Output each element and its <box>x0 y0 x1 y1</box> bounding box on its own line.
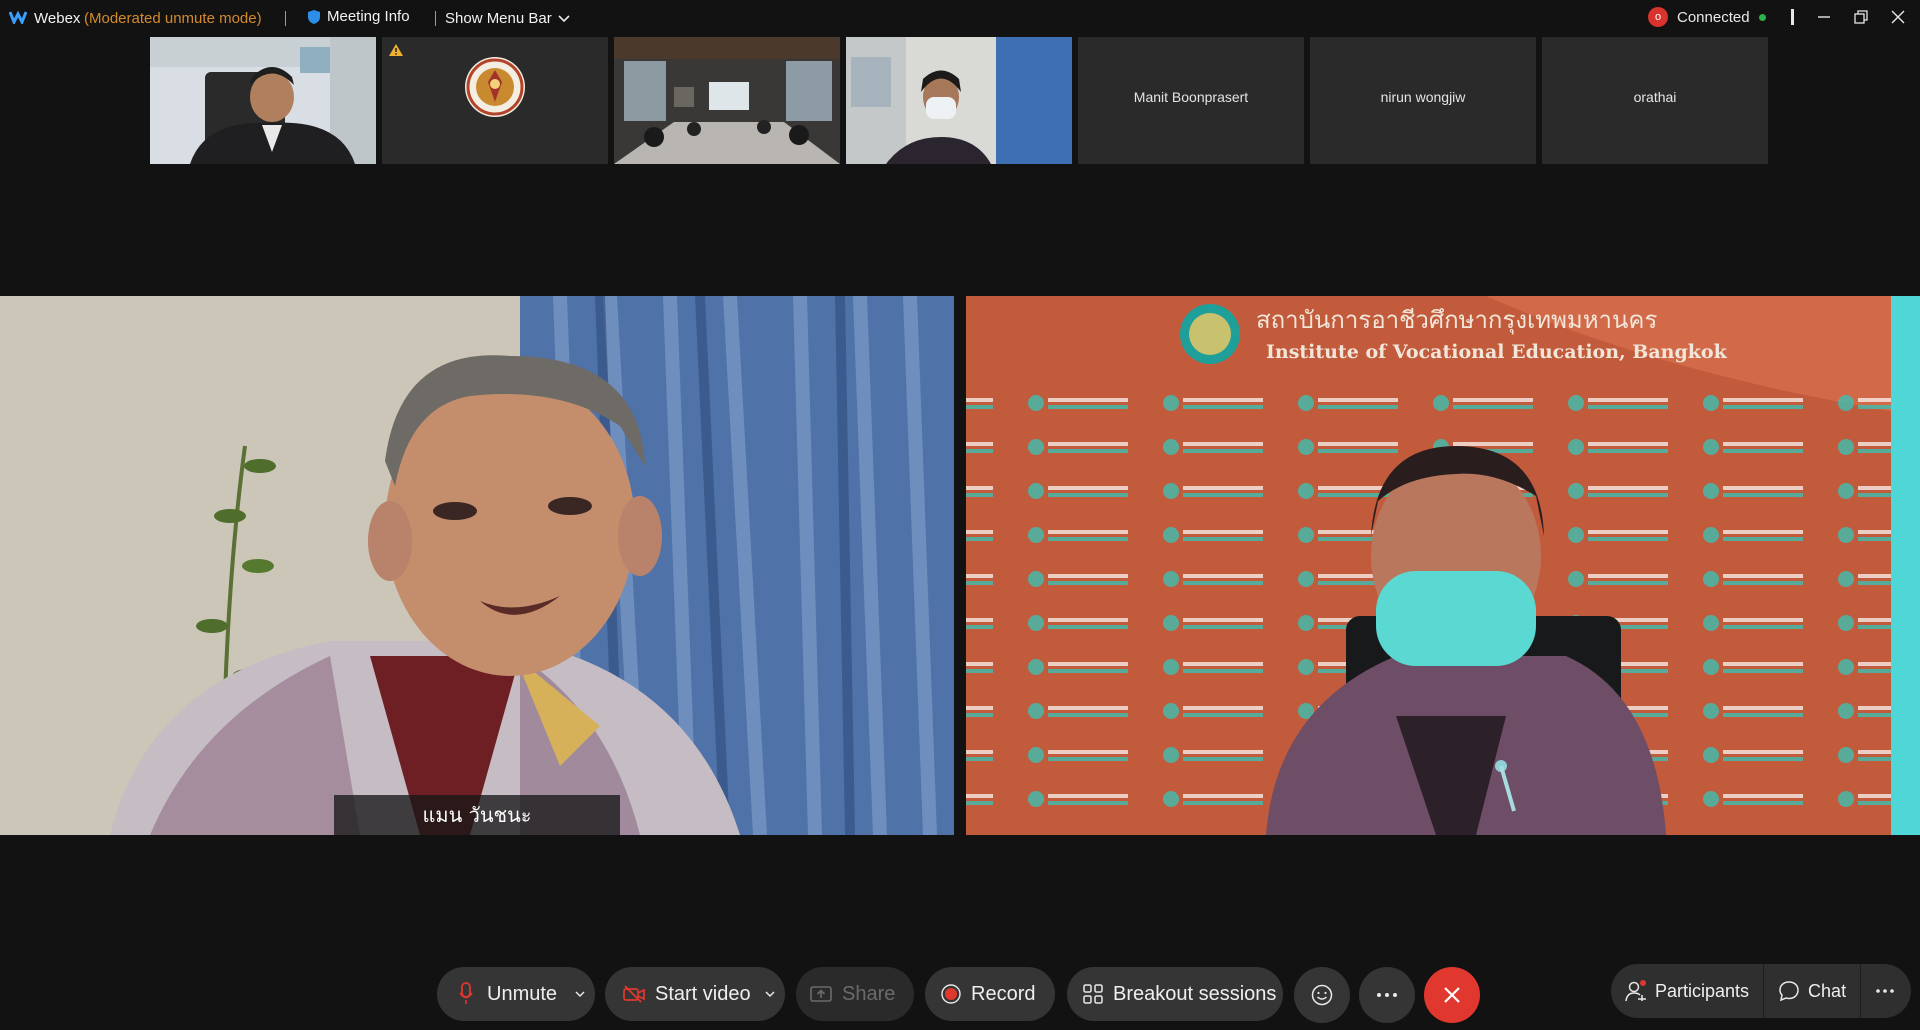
start-video-button[interactable]: Start video <box>605 967 785 1021</box>
connection-status[interactable]: o Connected <box>1648 7 1766 27</box>
close-icon <box>1444 987 1460 1003</box>
share-label: Share <box>842 982 896 1005</box>
chat-label: Chat <box>1808 980 1847 1001</box>
connection-badge: o <box>1648 7 1668 27</box>
app-name: Webex <box>34 10 81 27</box>
connection-status-label: Connected <box>1677 8 1750 26</box>
main-video-right[interactable]: สถาบันการอาชีวศึกษากรุงเทพมหานคร Institu… <box>966 296 1920 835</box>
microphone-muted-icon <box>459 982 473 1004</box>
more-dots-icon <box>1876 989 1894 993</box>
close-window-button[interactable] <box>1883 4 1913 30</box>
breakout-sessions-label: Breakout sessions <box>1113 982 1277 1005</box>
share-icon <box>810 986 832 1002</box>
speaker-name-tag: แมน วันชนะ <box>334 795 620 835</box>
chevron-down-icon <box>558 14 570 22</box>
more-dots-icon <box>1377 993 1397 997</box>
participant-video <box>614 37 840 164</box>
participant-thumbnail[interactable]: orathai <box>1542 37 1768 164</box>
restore-button[interactable] <box>1846 4 1876 30</box>
webex-logo-icon <box>9 10 27 24</box>
divider <box>285 11 286 26</box>
moderated-mode-label: (Moderated unmute mode) <box>84 10 262 27</box>
breakout-grid-icon <box>1083 984 1103 1004</box>
record-button[interactable]: Record <box>925 967 1055 1021</box>
participant-thumbnail[interactable] <box>150 37 376 164</box>
participant-video <box>846 37 1072 164</box>
chat-icon <box>1779 981 1799 1002</box>
participants-button[interactable]: Participants <box>1611 964 1763 1018</box>
institute-emblem-avatar <box>465 57 525 117</box>
participants-icon <box>1625 980 1646 1002</box>
minimize-icon <box>1818 16 1830 18</box>
participant-thumbnail[interactable] <box>382 37 608 164</box>
show-menu-bar-button[interactable]: Show Menu Bar <box>445 10 570 27</box>
record-label: Record <box>971 982 1036 1005</box>
connected-dot-icon <box>1758 13 1766 21</box>
meeting-info-button[interactable]: Meeting Info <box>307 8 410 25</box>
banner-thai-text: สถาบันการอาชีวศึกษากรุงเทพมหานคร <box>1256 306 1657 335</box>
chevron-down-icon[interactable] <box>575 990 585 998</box>
divider <box>435 11 436 26</box>
breakout-sessions-button[interactable]: Breakout sessions <box>1067 967 1283 1021</box>
record-icon <box>941 984 961 1004</box>
panel-controls: Participants Chat <box>1611 964 1911 1018</box>
unmute-button[interactable]: Unmute <box>437 967 595 1021</box>
participant-thumbnail[interactable] <box>614 37 840 164</box>
warning-icon <box>389 44 403 56</box>
panel-more-button[interactable] <box>1861 964 1909 1018</box>
share-button[interactable]: Share <box>796 967 914 1021</box>
participant-thumbnail[interactable] <box>846 37 1072 164</box>
participants-label: Participants <box>1655 980 1750 1001</box>
restore-icon <box>1854 10 1868 24</box>
show-menu-bar-label: Show Menu Bar <box>445 10 552 27</box>
title-bar: Webex (Moderated unmute mode) Meeting In… <box>0 0 1920 37</box>
more-options-button[interactable] <box>1359 967 1415 1023</box>
chat-button[interactable]: Chat <box>1764 964 1860 1018</box>
participant-name: orathai <box>1633 89 1677 105</box>
start-video-label: Start video <box>655 982 751 1005</box>
participant-name: Manit Boonprasert <box>1133 89 1249 105</box>
participant-video <box>150 37 376 164</box>
shield-icon <box>308 9 320 24</box>
smiley-icon <box>1311 984 1333 1006</box>
participant-name: nirun wongjiw <box>1380 89 1466 105</box>
close-icon <box>1891 10 1905 24</box>
speaker-video <box>0 296 954 835</box>
minimize-button[interactable] <box>1809 4 1839 30</box>
camera-off-icon <box>623 985 645 1003</box>
status-bar-indicator <box>1791 9 1794 25</box>
main-video-left[interactable]: แมน วันชนะ <box>0 296 954 835</box>
banner-english-text: Institute of Vocational Education, Bangk… <box>1266 341 1728 363</box>
participant-video: สถาบันการอาชีวศึกษากรุงเทพมหานคร Institu… <box>966 296 1920 835</box>
participant-thumbnail[interactable]: nirun wongjiw <box>1310 37 1536 164</box>
unmute-label: Unmute <box>487 982 558 1005</box>
meeting-info-label: Meeting Info <box>327 8 410 25</box>
chevron-down-icon[interactable] <box>765 990 775 998</box>
reactions-button[interactable] <box>1294 967 1350 1023</box>
leave-meeting-button[interactable] <box>1424 967 1480 1023</box>
participant-thumbnail[interactable]: Manit Boonprasert <box>1078 37 1304 164</box>
